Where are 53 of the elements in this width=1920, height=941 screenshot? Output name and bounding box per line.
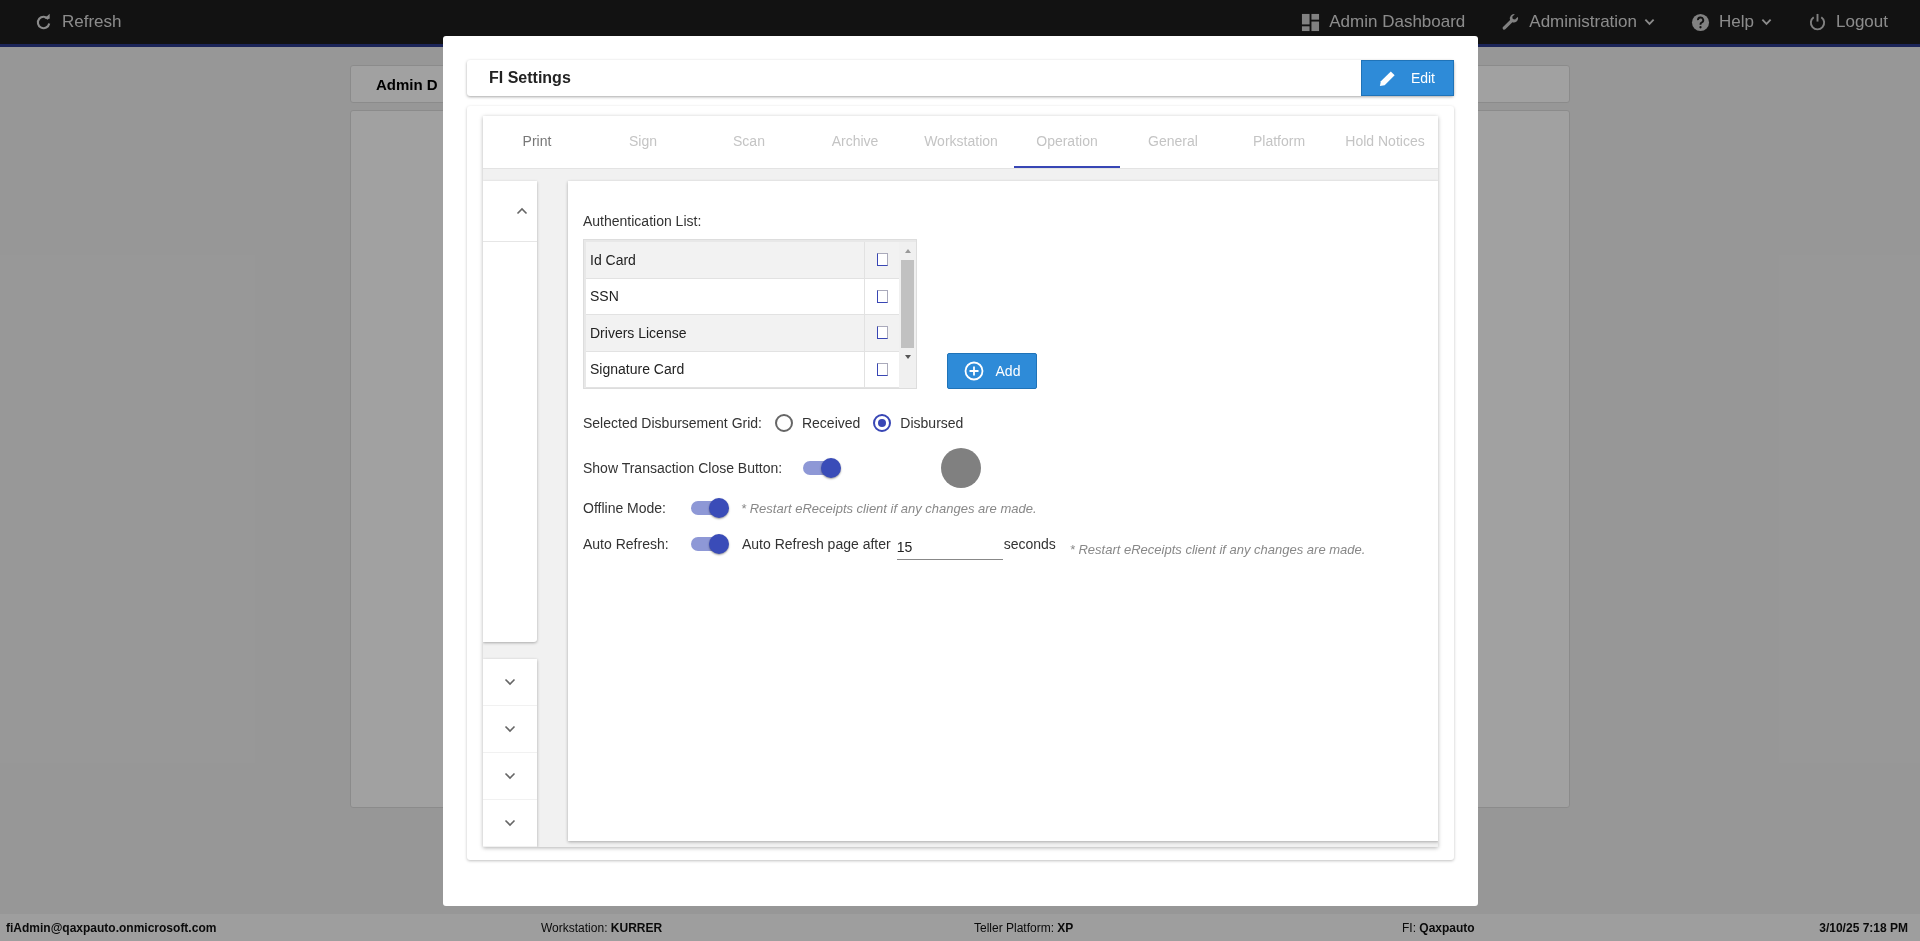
field-label: Selected Disbursement Grid: [583, 415, 762, 431]
toggle-switch[interactable] [803, 461, 839, 475]
settings-tab[interactable]: Print [484, 116, 590, 168]
checkbox[interactable] [876, 253, 888, 267]
page-tab[interactable]: Admin D [351, 75, 438, 93]
table-cell: Id Card [586, 242, 865, 278]
checkbox[interactable] [876, 326, 888, 340]
field-label: Show Transaction Close Button: [583, 460, 784, 476]
restart-note: * Restart eReceipts client if any changes are made. [741, 500, 1037, 516]
workstation-info: Workstation: KURRER [541, 920, 663, 935]
platform-info: Teller Platform: XP [974, 920, 1074, 935]
help-icon [1691, 12, 1711, 32]
field-label: Auto Refresh page after [742, 536, 891, 552]
date-time: 3/10/25 7:18 PM [1819, 920, 1908, 935]
loading-dot [941, 448, 981, 488]
checkbox[interactable] [876, 362, 888, 376]
field-label: Authentication List: [583, 213, 703, 229]
table-cell: Signature Card [586, 351, 865, 387]
edit-button[interactable]: Edit [1360, 60, 1454, 96]
scrollbar[interactable] [899, 242, 916, 388]
refresh-button[interactable]: Refresh [34, 12, 122, 32]
field-label: Offline Mode: [583, 500, 667, 516]
logout-button[interactable]: Logout [1808, 12, 1888, 32]
table-cell: Drivers License [586, 315, 865, 351]
toggle-switch[interactable] [691, 501, 727, 515]
refresh-icon [34, 12, 53, 32]
checkbox[interactable] [876, 289, 888, 303]
wrench-icon [1501, 12, 1521, 32]
table-cell: SSN [586, 278, 865, 314]
chevron-down-icon [504, 819, 516, 827]
chevron-down-icon [1644, 18, 1656, 26]
field-label: Auto Refresh: [583, 536, 670, 552]
power-icon [1808, 12, 1827, 32]
nav-menu-button[interactable]: Administration [1501, 12, 1656, 32]
nav-menu-button[interactable]: Help [1691, 12, 1772, 32]
unit-label: seconds [1003, 536, 1056, 552]
restart-note: * Restart eReceipts client if any changes are made. [1069, 541, 1366, 557]
radio-option[interactable]: Disbursed [873, 414, 964, 432]
chevron-down-icon [504, 678, 516, 686]
dashboard-icon [1301, 12, 1321, 32]
dialog-title: FI Settings [488, 69, 571, 87]
fi-info: FI: Qaxpauto [1402, 920, 1475, 935]
scroll-down-arrow-icon[interactable] [903, 354, 912, 360]
nav-menu-button[interactable]: Admin Dashboard [1301, 12, 1466, 32]
chevron-down-icon [504, 772, 516, 780]
radio-option[interactable]: Received [774, 414, 861, 432]
chevron-up-icon [516, 207, 528, 215]
toggle-switch[interactable] [691, 537, 727, 551]
chevron-down-icon [1761, 18, 1772, 26]
chevron-down-icon [504, 725, 516, 733]
user-email: fiAdmin@qaxpauto.onmicrosoft.com [6, 920, 217, 935]
add-icon [963, 361, 984, 381]
add-button[interactable]: Add [947, 353, 1037, 389]
